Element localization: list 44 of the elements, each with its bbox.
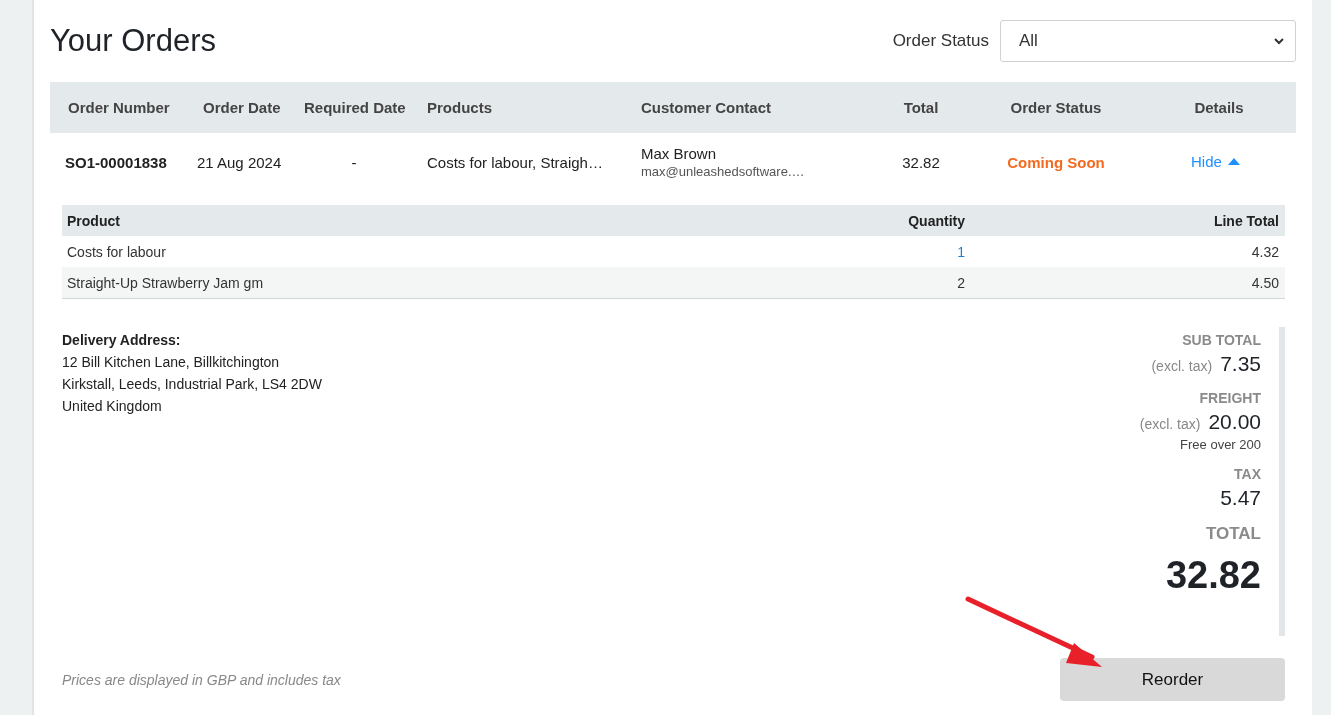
- column-header: Details: [1193, 99, 1245, 116]
- column-header: Products: [426, 99, 493, 116]
- order-status: Coming Soon: [1006, 153, 1106, 171]
- table-cell-text: 2: [956, 274, 965, 291]
- table-cell-text: Costs for labour: [67, 243, 167, 260]
- status-dropdown[interactable]: All: [1000, 20, 1296, 62]
- table-cell-text: 4.50: [1250, 274, 1279, 291]
- column-header: Line Total: [1212, 212, 1279, 229]
- summary-value: 5.47: [1220, 486, 1261, 510]
- summary-label: TAX: [1234, 466, 1261, 482]
- column-header: Order Number: [67, 99, 171, 116]
- contact-email: max@unleashedsoftware.…: [640, 164, 806, 179]
- delivery-address: Delivery Address: 12 Bill Kitchen Lane, Billkitchington Kirkstall, Leeds, Industrial Park, LS4 2DW United Kingdom: [62, 331, 322, 416]
- table-cell-text: 21 Aug 2024: [196, 153, 283, 171]
- summary-value: 20.00: [1208, 410, 1261, 434]
- summary-value: 32.82: [1165, 554, 1261, 597]
- tax-note: (excl. tax): [1151, 358, 1213, 374]
- column-header: Total: [902, 99, 940, 116]
- column-header: Order Status: [1009, 99, 1103, 116]
- table-cell-text: 4.32: [1250, 243, 1279, 260]
- column-header: Order Date: [202, 99, 282, 116]
- table-cell-text: Costs for labour, Straigh…: [426, 153, 604, 171]
- tax-note: (excl. tax): [1139, 416, 1201, 432]
- table-cell-text: 32.82: [901, 153, 941, 171]
- freight-note: Free over 200: [1180, 437, 1261, 452]
- filter-label: Order Status: [892, 31, 989, 51]
- column-header: Product: [67, 212, 121, 229]
- summary-label: FREIGHT: [1199, 390, 1261, 406]
- price-note: Prices are displayed in GBP and includes tax: [62, 671, 341, 688]
- column-header: Quantity: [907, 212, 965, 229]
- contact-name: Max Brown: [640, 145, 718, 162]
- summary-label: SUB TOTAL: [1182, 332, 1261, 348]
- column-header: Customer Contact: [640, 99, 772, 116]
- column-header: Required Date: [303, 99, 407, 116]
- reorder-button[interactable]: Reorder: [1060, 658, 1285, 701]
- quantity-link[interactable]: 1: [765, 243, 965, 260]
- table-cell-text: SO1-00001838: [64, 153, 168, 171]
- table-cell-text: Straight-Up Strawberry Jam gm: [67, 274, 265, 291]
- chevron-down-icon: [1273, 37, 1285, 45]
- table-cell-text: -: [350, 153, 358, 171]
- summary-value: 7.35: [1220, 352, 1261, 376]
- caret-up-icon: [1227, 158, 1240, 165]
- page-title: Your Orders: [50, 23, 216, 59]
- summary-label: TOTAL: [1205, 524, 1261, 544]
